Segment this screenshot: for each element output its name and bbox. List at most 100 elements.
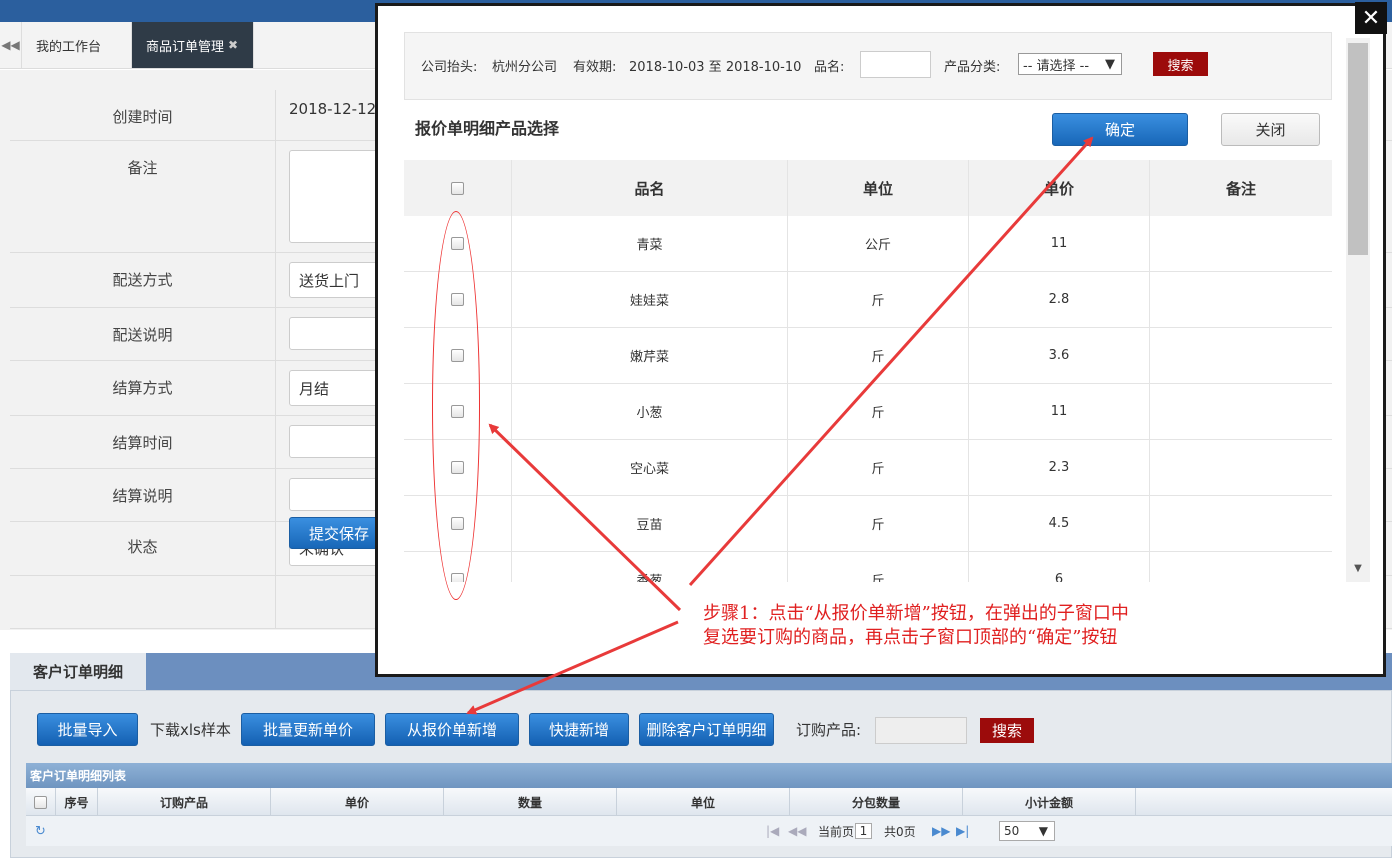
product-name-cell: 空心菜 — [512, 440, 788, 495]
page-size-select[interactable]: 50 ▼ — [999, 821, 1055, 841]
created-time-value: 2018-12-12 — [289, 100, 377, 118]
chevron-down-icon: ▼ — [1105, 56, 1115, 72]
detail-search-button[interactable]: 搜索 — [980, 718, 1034, 743]
modal-title: 报价单明细产品选择 — [415, 119, 560, 138]
product-unit-cell: 公斤 — [788, 216, 969, 271]
product-note-cell — [1150, 216, 1332, 271]
delivery-note-input[interactable] — [289, 317, 389, 350]
tab-product-orders[interactable]: 商品订单管理 ✖ — [132, 22, 254, 68]
chevron-down-icon: ▼ — [1038, 824, 1048, 838]
product-table-header: 品名 单位 单价 备注 — [404, 160, 1332, 216]
product-name-cell: 嫩芹菜 — [512, 328, 788, 383]
annotation-line: 步骤1：点击“从报价单新增”按钮，在弹出的子窗口中 — [703, 603, 1129, 624]
column-header[interactable]: 单位 — [788, 160, 969, 216]
form-label-empty — [10, 576, 276, 628]
total-pages-label: 共0页 — [884, 824, 916, 839]
tab-workbench[interactable]: 我的工作台 — [22, 22, 132, 68]
column-header[interactable]: 数量 — [444, 788, 617, 816]
detail-list-header: 序号 订购产品 单价 数量 单位 分包数量 小计金额 — [26, 788, 1392, 816]
product-row[interactable]: 嫩芹菜斤 3.6 — [404, 328, 1332, 384]
tab-scroll-left-icon[interactable]: ◀◀ — [0, 22, 22, 68]
product-row[interactable]: 小葱斤 11 — [404, 384, 1332, 440]
close-icon[interactable]: ✖ — [228, 38, 238, 52]
product-row[interactable]: 青菜 公斤 11 — [404, 216, 1332, 272]
form-label: 配送方式 — [10, 253, 276, 307]
submit-save-button[interactable]: 提交保存 — [289, 517, 389, 549]
form-label: 备注 — [10, 141, 276, 252]
name-search-input[interactable] — [860, 51, 931, 78]
product-table: 品名 单位 单价 备注 青菜 公斤 11 娃娃菜斤 2.8 嫩芹菜斤 3.6 小葱斤 11 空心菜… — [404, 160, 1332, 582]
current-page-input[interactable]: 1 — [855, 823, 872, 839]
column-header[interactable]: 订购产品 — [98, 788, 271, 816]
batch-import-button[interactable]: 批量导入 — [37, 713, 138, 746]
tab-label: 我的工作台 — [36, 39, 102, 55]
column-header[interactable]: 品名 — [512, 160, 788, 216]
column-header[interactable]: 单位 — [617, 788, 790, 816]
company-value: 杭州分公司 — [492, 59, 558, 75]
product-price-cell: 2.3 — [969, 440, 1150, 495]
refresh-icon[interactable]: ↻ — [35, 816, 46, 846]
product-row[interactable]: 空心菜斤 2.3 — [404, 440, 1332, 496]
product-row[interactable]: 豆苗斤 4.5 — [404, 496, 1332, 552]
scroll-down-icon[interactable]: ▼ — [1350, 560, 1366, 576]
modal-filter-bar: 公司抬头: 杭州分公司 有效期: 2018-10-03 至 2018-10-10… — [404, 32, 1332, 100]
product-note-cell — [1150, 328, 1332, 383]
product-unit-cell: 斤 — [788, 496, 969, 551]
category-label: 产品分类: — [944, 59, 1001, 75]
next-page-icon[interactable]: ▶▶ — [932, 816, 950, 846]
product-unit-cell: 斤 — [788, 552, 969, 582]
select-all-cell — [26, 788, 56, 816]
settlement-note-input[interactable] — [289, 478, 389, 511]
validity-label: 有效期: — [573, 59, 617, 75]
product-unit-cell: 斤 — [788, 440, 969, 495]
prev-page-icon[interactable]: ◀◀ — [788, 816, 806, 846]
modal-search-button[interactable]: 搜索 — [1153, 52, 1208, 76]
form-label: 结算时间 — [10, 416, 276, 468]
select-all-cell — [404, 160, 512, 216]
form-label: 结算说明 — [10, 469, 276, 521]
checkbox-highlight-oval — [432, 211, 480, 600]
product-name-cell: 小葱 — [512, 384, 788, 439]
column-header[interactable]: 序号 — [56, 788, 98, 816]
pagination-bar: ↻ |◀ ◀◀ 当前页 1 共0页 ▶▶ ▶| 50 ▼ — [26, 816, 1392, 846]
product-name-cell: 香葱 — [512, 552, 788, 582]
remark-textarea[interactable] — [289, 150, 389, 243]
column-header[interactable]: 小计金额 — [963, 788, 1136, 816]
form-label: 结算方式 — [10, 361, 276, 415]
settlement-time-input[interactable] — [289, 425, 389, 458]
close-icon[interactable]: ✕ — [1355, 2, 1387, 34]
product-row[interactable]: 娃娃菜斤 2.8 — [404, 272, 1332, 328]
column-header[interactable]: 单价 — [271, 788, 444, 816]
product-row[interactable]: 香葱斤 6 — [404, 552, 1332, 582]
column-header[interactable]: 备注 — [1150, 160, 1332, 216]
company-label: 公司抬头: — [421, 59, 478, 75]
download-sample-link[interactable]: 下载xls样本 — [150, 713, 231, 746]
delete-detail-button[interactable]: 删除客户订单明细 — [639, 713, 774, 746]
column-header[interactable]: 单价 — [969, 160, 1150, 216]
product-filter-input[interactable] — [875, 717, 967, 744]
product-unit-cell: 斤 — [788, 272, 969, 327]
quick-add-button[interactable]: 快捷新增 — [529, 713, 629, 746]
current-page-label: 当前页 — [818, 824, 855, 839]
form-label: 配送说明 — [10, 308, 276, 360]
last-page-icon[interactable]: ▶| — [956, 816, 969, 846]
product-price-cell: 2.8 — [969, 272, 1150, 327]
add-from-quote-button[interactable]: 从报价单新增 — [385, 713, 519, 746]
select-all-checkbox[interactable] — [34, 795, 47, 809]
step-annotation: 步骤1：点击“从报价单新增”按钮，在弹出的子窗口中 复选要订购的商品，再点击子窗… — [703, 602, 1243, 650]
confirm-button[interactable]: 确定 — [1052, 113, 1188, 146]
validity-value: 2018-10-03 至 2018-10-10 — [629, 59, 802, 75]
category-select[interactable]: -- 请选择 -- ▼ — [1018, 53, 1122, 75]
product-note-cell — [1150, 440, 1332, 495]
batch-update-price-button[interactable]: 批量更新单价 — [241, 713, 375, 746]
product-note-cell — [1150, 272, 1332, 327]
first-page-icon[interactable]: |◀ — [766, 816, 779, 846]
product-price-cell: 4.5 — [969, 496, 1150, 551]
delivery-method-select[interactable]: 送货上门 — [289, 262, 389, 298]
column-header[interactable]: 分包数量 — [790, 788, 963, 816]
modal-scroll-thumb[interactable] — [1348, 43, 1368, 255]
close-button[interactable]: 关闭 — [1221, 113, 1320, 146]
select-all-checkbox[interactable] — [451, 181, 464, 195]
detail-tab[interactable]: 客户订单明细 — [10, 653, 146, 690]
settlement-method-select[interactable]: 月结 — [289, 370, 389, 406]
